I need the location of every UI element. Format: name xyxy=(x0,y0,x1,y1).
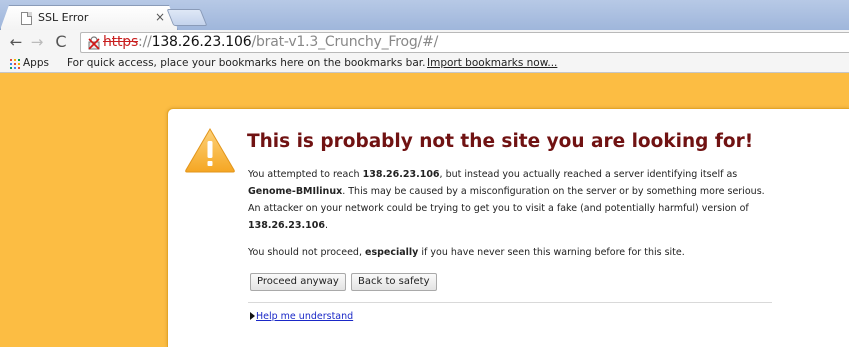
tab-ssl-error[interactable]: SSL Error × xyxy=(0,5,178,30)
url-path: /brat-v1.3_Crunchy_Frog/#/ xyxy=(251,34,439,50)
explanation-text: . xyxy=(324,220,328,231)
advice-paragraph: You should not proceed, especially if yo… xyxy=(248,244,768,261)
url-host: 138.26.23.106 xyxy=(151,34,252,50)
advice-emphasis: especially xyxy=(365,247,419,258)
reload-button[interactable]: C xyxy=(52,32,70,52)
url-scheme: https xyxy=(103,34,139,50)
forward-button[interactable]: → xyxy=(28,32,46,52)
apps-link[interactable]: Apps xyxy=(23,57,49,69)
divider xyxy=(248,302,772,303)
close-tab-icon[interactable]: × xyxy=(154,10,166,24)
url-text: https://138.26.23.106/brat-v1.3_Crunchy_… xyxy=(103,34,438,50)
help-section: Help me understand xyxy=(250,311,353,322)
explanation-paragraph: You attempted to reach 138.26.23.106, bu… xyxy=(248,166,768,234)
apps-grid-icon[interactable] xyxy=(10,59,20,69)
back-to-safety-button[interactable]: Back to safety xyxy=(351,273,437,291)
disclosure-triangle-icon[interactable] xyxy=(250,312,255,320)
bookmarks-bar: Apps For quick access, place your bookma… xyxy=(0,55,849,73)
import-bookmarks-link[interactable]: Import bookmarks now... xyxy=(427,57,557,69)
warning-icon xyxy=(185,128,235,173)
advice-text: if you have never seen this warning befo… xyxy=(418,247,685,258)
tab-strip: SSL Error × xyxy=(0,0,849,30)
requested-host: 138.26.23.106 xyxy=(362,169,440,180)
server-identity: Genome-BMIlinux xyxy=(248,186,343,197)
advice-text: You should not proceed, xyxy=(248,247,365,258)
page-title: This is probably not the site you are lo… xyxy=(247,131,754,152)
explanation-text: , but instead you actually reached a ser… xyxy=(439,169,738,180)
warning-card: This is probably not the site you are lo… xyxy=(167,108,849,347)
help-me-understand-link[interactable]: Help me understand xyxy=(256,311,353,322)
explanation-text: You attempted to reach xyxy=(248,169,363,180)
requested-host: 138.26.23.106 xyxy=(248,220,325,231)
toolbar: ← → C https://138.26.23.106/brat-v1.3_Cr… xyxy=(0,30,849,55)
ssl-error-page: This is probably not the site you are lo… xyxy=(0,74,849,347)
tab-title: SSL Error xyxy=(38,11,89,24)
proceed-anyway-button[interactable]: Proceed anyway xyxy=(250,273,346,291)
url-separator: :// xyxy=(138,34,152,50)
back-button[interactable]: ← xyxy=(7,32,25,52)
page-icon xyxy=(21,12,32,25)
new-tab-button[interactable] xyxy=(166,9,208,26)
bookmarks-hint: For quick access, place your bookmarks h… xyxy=(67,57,426,69)
broken-lock-icon[interactable] xyxy=(88,36,100,50)
address-bar[interactable]: https://138.26.23.106/brat-v1.3_Crunchy_… xyxy=(80,32,849,53)
